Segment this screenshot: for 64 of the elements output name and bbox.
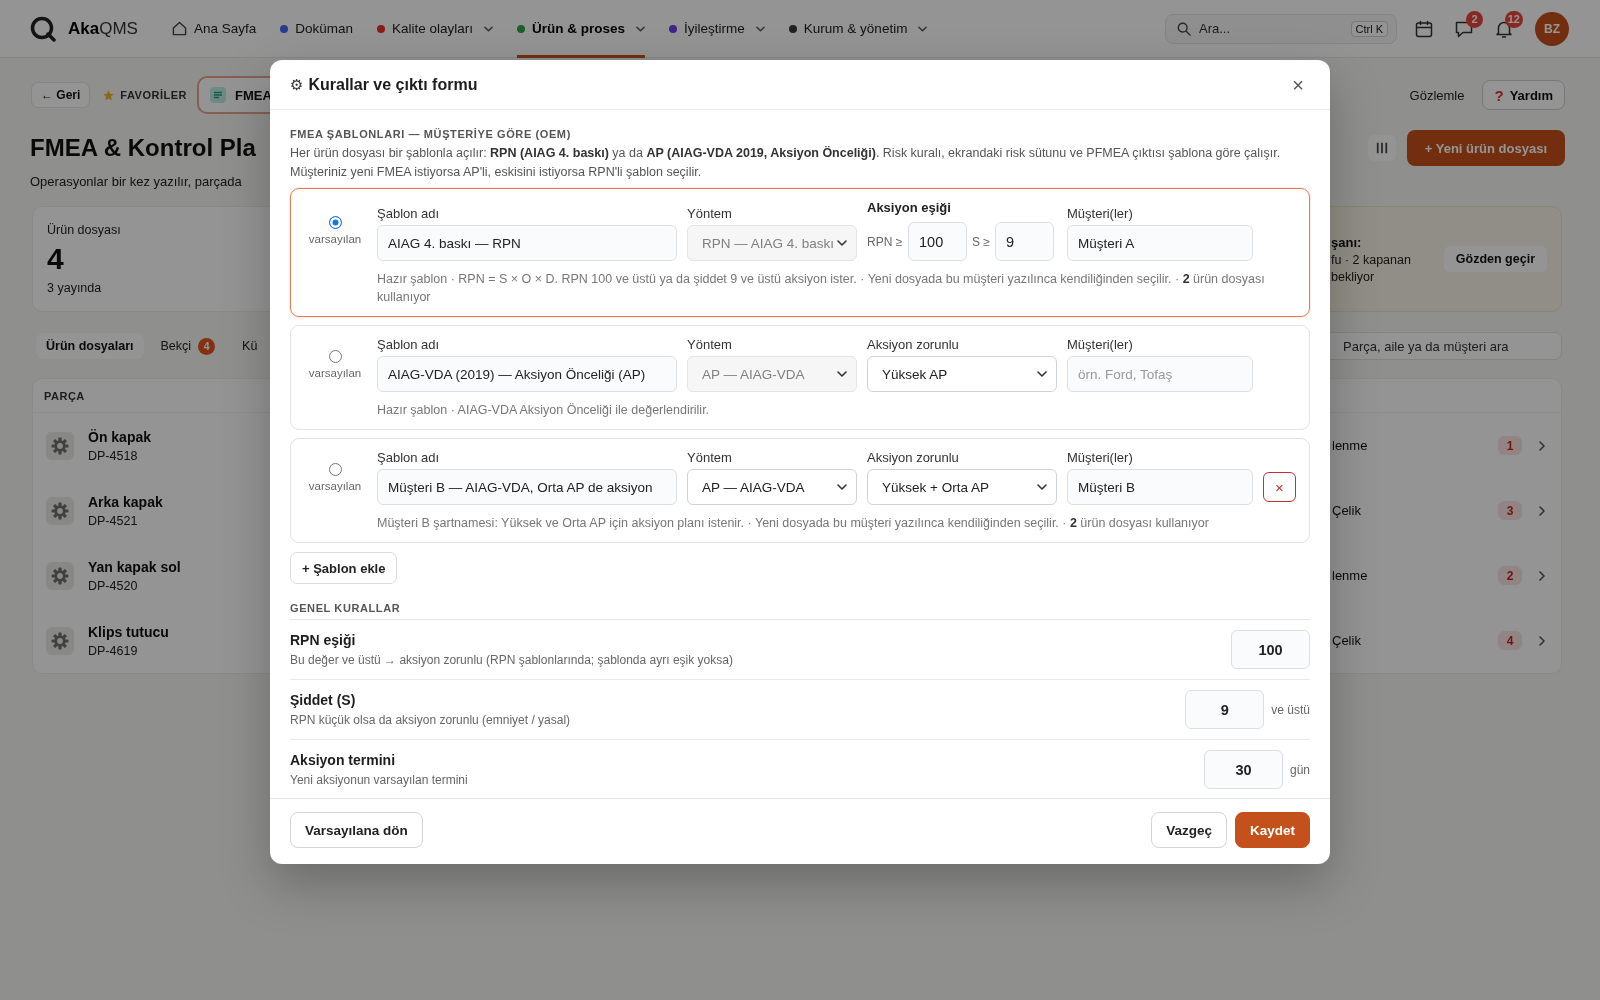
field-label: Aksiyon eşiği: [867, 200, 951, 216]
radio-label: varsayılan: [308, 480, 362, 492]
field-label: Aksiyon zorunlu: [867, 337, 959, 353]
unit-label: ve üstü: [1271, 702, 1310, 717]
column-header: PARÇA: [44, 389, 85, 402]
field-label: Müşteri(ler): [1067, 206, 1133, 222]
table-cell: lenme: [1332, 438, 1368, 453]
radio-label: varsayılan: [308, 367, 362, 379]
field-label: Müşteri(ler): [1067, 337, 1133, 353]
field-label: Şablon adı: [377, 450, 440, 466]
rule-title: Aksiyon termini: [290, 751, 396, 769]
logo-text: AkaQMS: [68, 18, 138, 39]
field-label: Aksiyon zorunlu: [867, 450, 959, 466]
section-heading: GENEL KURALLAR: [290, 601, 1310, 620]
table-cell: Çelik: [1332, 633, 1361, 648]
part-code: DP-4619: [88, 643, 138, 658]
favorites-label: FAVORİLER: [120, 89, 187, 101]
stat-note: 3 yayında: [47, 280, 102, 296]
template-note: Hazır şablon · RPN = S × O × D. RPN 100 ve üstü ya da şiddet 9 ve üstü aksiyon ister. · Yeni dosyada bu müşteri yazılınca kendiliğinden seçilir. · 2 ürün dosyası kullanıyor: [377, 271, 1266, 306]
rule-title: RPN eşiği: [290, 631, 356, 649]
rule-description: Yeni aksiyonun varsayılan termini: [290, 772, 468, 788]
count-badge: 3: [1498, 501, 1522, 520]
template-note: Hazır şablon · AIAG-VDA Aksiyon Önceliği ile değerlendirilir.: [377, 402, 711, 419]
help-icon: ?: [1494, 86, 1504, 104]
field-label: Yöntem: [687, 337, 732, 353]
part-name: Arka kapak: [88, 493, 163, 510]
count-badge: 4: [1498, 631, 1522, 650]
count-badge: 4: [198, 337, 216, 355]
prefix-label: RPN ≥: [867, 234, 903, 249]
dialog-title: Kurallar ve çıktı formu: [308, 75, 478, 94]
prefix-label: S ≥: [972, 234, 990, 249]
table-cell: Çelik: [1332, 503, 1361, 518]
shortcut-key: Ctrl K: [1350, 20, 1388, 37]
stat-label: Ürün dosyası: [47, 222, 121, 238]
page-subtitle: Operasyonlar bir kez yazılır, parçada: [30, 173, 242, 191]
field-label: Şablon adı: [377, 337, 440, 353]
section-heading: FMEA ŞABLONLARI — MÜŞTERİYE GÖRE (OEM): [290, 127, 572, 141]
rule-description: RPN küçük olsa da aksiyon zorunlu (emniyet / yasal): [290, 712, 571, 728]
table-cell: lenme: [1332, 568, 1368, 583]
part-name: Ön kapak: [88, 428, 152, 445]
rule-description: Bu değer ve üstü → aksiyon zorunlu (RPN şablonlarında; şablonda ayrı eşik yoksa): [290, 652, 733, 668]
part-code: DP-4521: [88, 513, 138, 528]
part-code: DP-4518: [88, 448, 138, 463]
page-title: FMEA & Kontrol Pla: [30, 133, 256, 163]
count-badge: 2: [1498, 566, 1522, 585]
count-badge: 1: [1498, 436, 1522, 455]
notice-text: fu · 2 kapanan: [1331, 252, 1411, 267]
notification-badge: 12: [1504, 10, 1523, 28]
field-label: Yöntem: [687, 206, 732, 222]
field-label: Şablon adı: [377, 206, 440, 222]
part-name: Yan kapak sol: [88, 558, 181, 575]
template-note: Müşteri B şartnamesi: Yüksek ve Orta AP için aksiyon planı istenir. · Yeni dosyada bu müşteri yazılınca kendiliğinden seçilir. · 2 ürün dosyası kullanıyor: [377, 515, 1210, 532]
radio-label: varsayılan: [308, 233, 362, 245]
unit-label: gün: [1289, 762, 1310, 777]
field-label: Yöntem: [687, 450, 732, 466]
notice-text: bekliyor: [1331, 269, 1375, 284]
stat-value: 4: [47, 242, 64, 276]
part-name: Klips tutucu: [88, 623, 169, 640]
notice-title: şanı:: [1331, 234, 1362, 250]
part-code: DP-4520: [88, 578, 138, 593]
notification-badge: 2: [1466, 10, 1483, 28]
rule-title: Şiddet (S): [290, 691, 356, 709]
field-label: Müşteri(ler): [1067, 450, 1133, 466]
description-text: Her ürün dosyası bir şablonla açılır: RPN (AIAG 4. baskı) ya da AP (AIAG-VDA 2019, Aksiyon Önceliği). Risk kuralı, ekrandaki risk sütunu ve PFMEA çıktısı şablona göre çalışır. Müşteriniz yeni FMEA istiyorsa AP'li, eskisini istiyorsa RPN'li şablon seçilir.: [290, 145, 1282, 181]
